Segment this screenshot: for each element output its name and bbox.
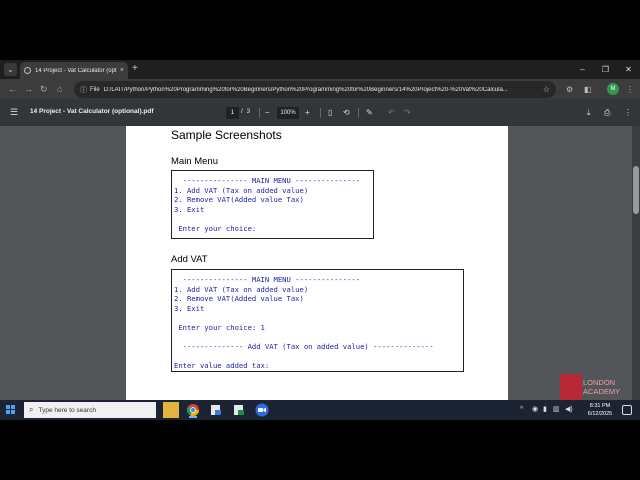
zoom-input[interactable]: 100% [277,107,299,119]
url-text[interactable]: D:/LAIT/Python/Python%20Programming%20fo… [104,87,539,93]
close-window-button[interactable]: ✕ [617,60,640,79]
console-screenshot-add-vat: --------------- MAIN MENU --------------… [171,269,464,372]
section-title-main-menu: Main Menu [171,156,218,167]
zoom-in-icon[interactable]: + [305,107,310,119]
console-line: -------------- Add VAT (Tax on added val… [174,342,434,352]
windows-taskbar: ⌕ Type here to search ^ ◉ ▮ ▥ ◀) 8:31 PM… [0,400,640,420]
extension-icon[interactable]: ⚙ [566,83,573,96]
pdf-more-icon[interactable]: ⋮ [624,107,632,119]
sidebar-menu-icon[interactable]: ☰ [10,107,18,118]
divider [320,108,321,118]
page-separator: / [241,108,243,115]
undo-icon[interactable]: ↶ [388,107,395,119]
page-number-input[interactable]: 1 [226,107,239,119]
divider [259,108,260,118]
console-line: Enter your choice: [174,223,257,233]
watermark-text: LONDON ACADEMY [583,378,621,396]
browser-toolbar: ← → ↻ ⌂ ⓘ File D:/LAIT/Python/Python%20P… [0,79,640,100]
tray-app-icon[interactable]: ◉ [532,405,538,415]
extensions-puzzle-icon[interactable]: ◧ [584,83,592,96]
console-screenshot-main-menu: --------------- MAIN MENU --------------… [171,170,374,239]
rotate-icon[interactable]: ⟲ [343,107,350,119]
file-explorer-icon[interactable] [163,402,179,418]
section-title-add-vat: Add VAT [171,254,208,265]
address-bar[interactable]: ⓘ File D:/LAIT/Python/Python%20Programmi… [74,81,556,98]
globe-icon [24,67,31,74]
home-icon[interactable]: ⌂ [57,83,62,96]
total-pages: 3 [246,108,251,115]
console-line: --------------- MAIN MENU --------------… [174,275,361,284]
bookmark-star-icon[interactable]: ☆ [543,85,550,94]
site-info-icon[interactable]: ⓘ [80,85,87,95]
taskbar-clock[interactable]: 8:31 PM 6/12/2025 [586,402,614,418]
clock-time: 8:31 PM [589,403,611,409]
zoom-app-icon[interactable] [254,402,270,418]
minimize-button[interactable]: – [571,60,594,79]
academy-logo-icon [560,374,582,400]
pdf-title: 14 Project - Vat Calculator (optional).p… [30,108,154,115]
network-icon[interactable]: ▥ [553,405,560,415]
fit-page-icon[interactable]: ▯ [328,107,332,119]
windows-start-icon[interactable] [6,405,16,415]
tray-mic-icon[interactable]: ▮ [543,405,547,415]
chrome-icon[interactable] [185,402,201,418]
divider [358,108,359,118]
console-line: Enter value added tax: [174,361,270,371]
page-heading: Sample Screenshots [171,128,282,142]
zoom-out-icon[interactable]: − [265,107,270,119]
console-line: --------------- MAIN MENU --------------… [174,176,361,185]
tab-vat-calculator[interactable]: 14 Project - Vat Calculator (opti × [20,62,128,79]
pdf-toolbar: ☰ 14 Project - Vat Calculator (optional)… [0,100,640,126]
new-tab-button[interactable]: + [132,63,138,75]
console-line: 2. Remove VAT(Added value Tax) [174,294,304,304]
profile-avatar[interactable]: M [607,83,619,95]
tab-close-icon[interactable]: × [120,67,124,74]
scrollbar-thumb[interactable] [633,166,639,214]
console-line: 2. Remove VAT(Added value Tax) [174,195,304,205]
pdf-viewer[interactable]: Sample Screenshots Main Menu -----------… [0,126,640,400]
print-icon[interactable]: ⎙ [604,107,610,119]
taskbar-search-box[interactable]: ⌕ Type here to search [24,402,156,418]
console-line: 1. Add VAT (Tax on added value) [174,185,309,195]
volume-icon[interactable]: ◀) [565,405,573,415]
reload-icon[interactable]: ↻ [40,83,48,96]
notification-icon[interactable] [622,405,632,415]
back-icon[interactable]: ← [8,83,17,96]
clock-date: 6/12/2025 [587,411,613,417]
console-line: 3. Exit [174,204,205,214]
forward-icon[interactable]: → [24,83,33,96]
screen: ⌄ 14 Project - Vat Calculator (opti × + … [0,60,640,420]
taskbar-search-placeholder: Type here to search [38,406,96,414]
viewer-scrollbar[interactable] [632,126,640,400]
browser-tab-strip: ⌄ 14 Project - Vat Calculator (opti × + … [0,60,640,79]
maximize-button[interactable]: ❐ [594,60,617,79]
browser-menu-icon[interactable]: ⋮ [626,83,634,96]
console-line: Enter your choice: 1 [174,322,265,332]
editor-app-icon[interactable] [208,402,224,418]
tray-chevron-icon[interactable]: ^ [520,405,523,415]
console-line: 3. Exit [174,303,205,313]
tab-title: 14 Project - Vat Calculator (opti [35,67,117,74]
search-icon: ⌕ [29,405,34,414]
tab-search-button[interactable]: ⌄ [4,63,17,76]
console-line: 1. Add VAT (Tax on added value) [174,284,309,294]
window-controls: – ❐ ✕ [571,60,640,79]
spreadsheet-app-icon[interactable] [231,402,247,418]
page-count: / 3 [241,108,250,115]
pdf-page: Sample Screenshots Main Menu -----------… [126,126,508,400]
redo-icon[interactable]: ↷ [404,107,411,119]
download-icon[interactable]: ⤓ [587,107,591,119]
annotate-pen-icon[interactable]: ✎ [366,107,373,119]
url-scheme-chip: File [90,86,100,93]
